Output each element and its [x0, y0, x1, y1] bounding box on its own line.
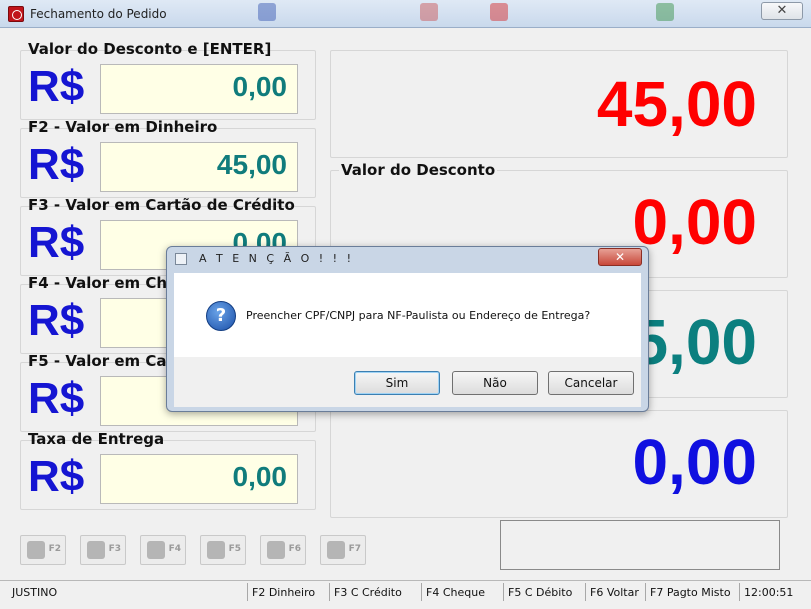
currency-symbol: R$ [28, 296, 85, 345]
currency-symbol: R$ [28, 62, 85, 111]
delivery-fee-value: 0,00 [232, 461, 288, 492]
discount-value: 0,00 [232, 71, 288, 102]
window-close-button[interactable]: ✕ [761, 2, 803, 20]
cash-value: 45,00 [216, 149, 287, 180]
button-key: F2 [48, 544, 61, 554]
status-f5: F5 C Débito [504, 583, 586, 601]
delivery-fee-label: Taxa de Entrega [28, 430, 165, 448]
credit-card-icon [87, 541, 105, 559]
close-icon: ✕ [776, 3, 788, 18]
total-box: 45,00 [330, 50, 788, 158]
info-box [500, 520, 780, 570]
dialog-message: Preencher CPF/CNPJ para NF-Paulista ou E… [246, 309, 591, 322]
attention-dialog: A T E N Ç Ã O ! ! ! ✕ ? Preencher CPF/CN… [166, 246, 649, 412]
toolbar-ghost-icon [420, 3, 438, 21]
f6-back-button[interactable]: F6 [260, 535, 306, 565]
discount-field-group: Valor do Desconto e [ENTER] R$ 0,00 [18, 40, 318, 120]
currency-symbol: R$ [28, 218, 85, 267]
dialog-title: A T E N Ç Ã O ! ! ! [199, 252, 354, 265]
currency-symbol: R$ [28, 452, 85, 501]
f2-cash-button[interactable]: F2 [20, 535, 66, 565]
cash-label: F2 - Valor em Dinheiro [28, 118, 218, 136]
discount-label: Valor do Desconto e [ENTER] [28, 40, 272, 58]
button-key: F6 [288, 544, 301, 554]
dialog-footer: Sim Não Cancelar [174, 357, 641, 407]
status-f6: F6 Voltar [586, 583, 646, 601]
dialog-window-icon [175, 253, 187, 265]
yes-button[interactable]: Sim [354, 371, 440, 395]
f5-debit-button[interactable]: F5 [200, 535, 246, 565]
button-key: F7 [348, 544, 361, 554]
dialog-close-button[interactable]: ✕ [598, 248, 642, 266]
currency-symbol: R$ [28, 374, 85, 423]
total-value: 45,00 [596, 68, 757, 140]
money-hand-icon [27, 541, 45, 559]
check-icon [147, 541, 165, 559]
back-icon [267, 541, 285, 559]
status-bar: JUSTINO F2 Dinheiro F3 C Crédito F4 Cheq… [0, 580, 811, 602]
status-f3: F3 C Crédito [330, 583, 422, 601]
cash-input[interactable]: 45,00 [100, 142, 298, 192]
dialog-body: ? Preencher CPF/CNPJ para NF-Paulista ou… [174, 273, 641, 357]
delivery-fee-field-group: Taxa de Entrega R$ 0,00 [18, 430, 318, 510]
f7-mixed-button[interactable]: F7 [320, 535, 366, 565]
status-f7: F7 Pagto Misto [646, 583, 740, 601]
window-titlebar: Fechamento do Pedido ✕ [0, 0, 811, 28]
cash-field-group: F2 - Valor em Dinheiro R$ 45,00 [18, 118, 318, 198]
f4-check-button[interactable]: F4 [140, 535, 186, 565]
toolbar-ghost-icon [490, 3, 508, 21]
delivery-fee-input[interactable]: 0,00 [100, 454, 298, 504]
button-key: F5 [228, 544, 241, 554]
toolbar-ghost-icon [258, 3, 276, 21]
discount-summary-value: 0,00 [632, 186, 757, 258]
currency-symbol: R$ [28, 140, 85, 189]
status-time: 12:00:51 [744, 586, 794, 599]
status-f2: F2 Dinheiro [248, 583, 330, 601]
change-summary-box: 0,00 [330, 410, 788, 518]
cancel-button[interactable]: Cancelar [548, 371, 634, 395]
debit-card-icon [207, 541, 225, 559]
discount-summary-label: Valor do Desconto [339, 161, 498, 179]
button-key: F3 [108, 544, 121, 554]
change-summary-value: 0,00 [632, 426, 757, 498]
status-f4: F4 Cheque [422, 583, 504, 601]
app-icon [8, 6, 24, 22]
no-button[interactable]: Não [452, 371, 538, 395]
button-key: F4 [168, 544, 181, 554]
toolbar-ghost-icon [656, 3, 674, 21]
f3-credit-button[interactable]: F3 [80, 535, 126, 565]
window-title: Fechamento do Pedido [30, 7, 167, 21]
mixed-payment-icon [327, 541, 345, 559]
question-icon: ? [206, 301, 236, 331]
discount-input[interactable]: 0,00 [100, 64, 298, 114]
credit-card-label: F3 - Valor em Cartão de Crédito [28, 196, 295, 214]
status-user: JUSTINO [8, 583, 248, 601]
close-icon: ✕ [614, 250, 626, 264]
